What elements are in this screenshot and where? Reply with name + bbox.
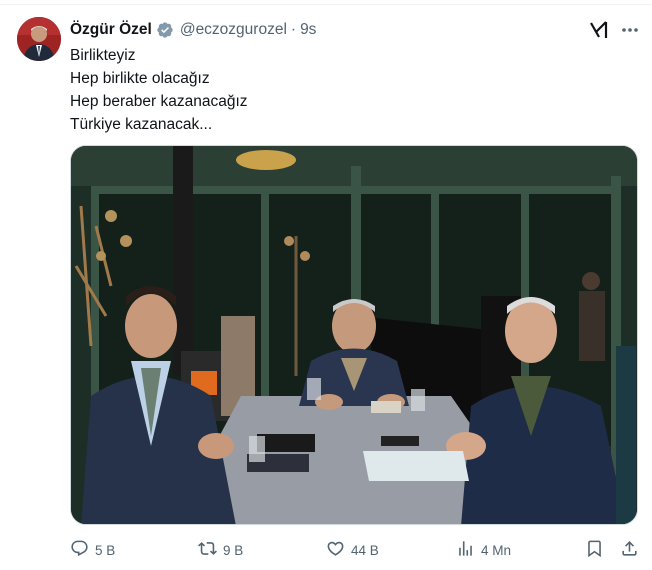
- like-count: 44 B: [351, 542, 379, 558]
- tweet-line: Türkiye kazanacak...: [70, 116, 213, 133]
- separator-dot: ·: [290, 21, 297, 38]
- tweet-photo[interactable]: [70, 145, 638, 525]
- tweet-header: Özgür Özel @eczozgurozel · 9s: [70, 20, 316, 40]
- tweet-text: Birlikteyiz Hep birlikte olacağız Hep be…: [70, 44, 248, 136]
- tweet-timestamp[interactable]: 9s: [300, 21, 316, 39]
- retweet-icon: [198, 539, 217, 561]
- reply-count: 5 B: [95, 542, 116, 558]
- views-count: 4 Mn: [481, 542, 512, 558]
- tweet-line: Birlikteyiz: [70, 47, 136, 64]
- share-icon: [620, 539, 639, 561]
- reply-button[interactable]: 5 B: [70, 539, 115, 561]
- verified-badge-icon[interactable]: [156, 21, 174, 39]
- author-name[interactable]: Özgür Özel: [70, 21, 152, 39]
- tweet-line: Hep birlikte olacağız: [70, 70, 210, 87]
- bookmark-button[interactable]: [585, 539, 604, 561]
- top-divider: [0, 4, 652, 5]
- grok-icon[interactable]: [589, 20, 609, 40]
- more-dots-icon[interactable]: [620, 20, 640, 40]
- tweet-line: Hep beraber kazanacağız: [70, 93, 248, 110]
- share-button[interactable]: [620, 539, 639, 561]
- bookmark-icon: [585, 539, 604, 561]
- avatar[interactable]: [17, 17, 61, 61]
- views-bar-icon: [456, 539, 475, 561]
- action-bar: 5 B 9 B 44 B 4 Mn: [70, 539, 640, 561]
- reply-icon: [70, 539, 89, 561]
- retweet-button[interactable]: 9 B: [198, 539, 243, 561]
- retweet-count: 9 B: [223, 542, 244, 558]
- like-button[interactable]: 44 B: [326, 539, 379, 561]
- heart-icon: [326, 539, 345, 561]
- views-button[interactable]: 4 Mn: [456, 539, 511, 561]
- author-handle[interactable]: @eczozgurozel: [180, 21, 287, 39]
